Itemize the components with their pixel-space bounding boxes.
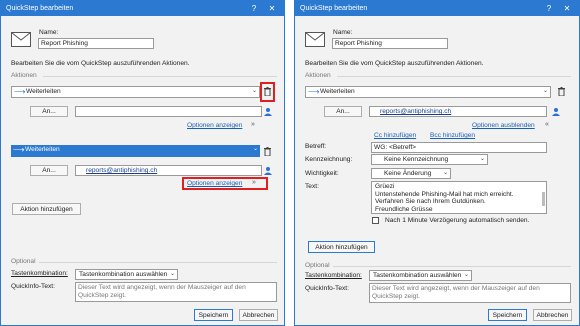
help-icon[interactable]: ? [541,1,557,16]
shortcut-select[interactable]: Tastenkombination auswählen ⌄ [75,269,178,280]
trash-icon[interactable] [264,87,271,96]
chevron-expand-icon[interactable]: » [252,179,256,186]
envelope-icon [305,32,325,47]
action-select-1[interactable]: ⟶ Weiterleiten ⌄ [305,86,551,98]
add-action-button[interactable]: Aktion hinzufügen [308,241,375,253]
forward-arrow-icon: ⟶ [308,87,320,96]
address-book-icon[interactable] [263,166,273,175]
shortcut-label: Tastenkombination: [305,272,362,279]
instruction-text: Bearbeiten Sie die vom QuickStep auszufü… [305,60,484,67]
delay-checkbox[interactable] [372,217,379,224]
chevron-down-icon: ⌄ [463,272,469,278]
actions-header: Aktionen [11,72,37,79]
shortcut-value: Tastenkombination auswählen [373,272,462,279]
forward-arrow-icon: ⟶ [14,87,26,96]
address-book-icon[interactable] [263,107,273,116]
chevron-down-icon: ⌄ [479,156,485,162]
scrollbar[interactable] [542,192,545,206]
add-action-button[interactable]: Aktion hinzufügen [12,203,81,215]
close-icon[interactable]: ✕ [264,1,280,16]
dialog-title: QuickStep bearbeiten [6,5,74,12]
cancel-button[interactable]: Abbrechen [239,309,278,321]
shortcut-select[interactable]: Tastenkombination auswählen ⌄ [369,270,472,281]
to-button[interactable]: An... [324,106,362,117]
subject-label: Betreff: [305,143,327,150]
divider [337,76,571,77]
trash-icon[interactable] [558,87,565,96]
help-icon[interactable]: ? [246,1,262,16]
action-select-value: Weiterleiten [320,88,355,95]
action-select-value: Weiterleiten [25,146,60,153]
action-select-2[interactable]: ⟶ Weiterleiten ⌄ [11,145,260,157]
title-bar: QuickStep bearbeiten ? ✕ [1,1,284,16]
shortcut-value: Tastenkombination auswählen [79,271,168,278]
save-button[interactable]: Speichern [488,309,527,321]
flag-label: Kennzeichnung: [305,156,353,163]
save-button[interactable]: Speichern [194,309,233,321]
divider [333,266,571,267]
tooltip-field[interactable]: Dieser Text wird angezeigt, wenn der Mau… [75,282,277,302]
add-bcc-link[interactable]: Bcc hinzufügen [430,132,475,139]
forward-arrow-icon: ⟶ [13,145,25,154]
text-line: Grüezi [375,183,395,190]
to-button[interactable]: An... [30,106,68,117]
recipient-field[interactable]: reports@antiphishing.ch [75,165,262,176]
tooltip-label: QuickInfo-Text: [11,283,55,290]
tooltip-field[interactable]: Dieser Text wird angezeigt, wenn der Mau… [369,283,571,303]
text-field[interactable]: Grüezi Untenstehende Phishing-Mail hat m… [371,181,547,214]
shortcut-label: Tastenkombination: [11,270,68,277]
action-select-1[interactable]: ⟶ Weiterleiten ⌄ [11,86,260,98]
hide-options-link[interactable]: Optionen ausblenden [472,122,535,129]
quickstep-dialog-left: QuickStep bearbeiten ? ✕ Name: Report Ph… [0,0,285,326]
subject-field[interactable]: WG: <Betreff> [371,142,547,153]
chevron-collapse-icon[interactable]: « [545,121,549,128]
name-label: Name: [333,29,353,36]
show-options-link-1[interactable]: Optionen anzeigen [187,122,242,129]
cancel-button[interactable]: Abbrechen [533,309,572,321]
recipient-field[interactable]: reports@antiphishing.ch [369,106,547,117]
add-cc-link[interactable]: Cc hinzufügen [374,132,416,139]
delay-label: Nach 1 Minute Verzögerung automatisch se… [385,217,530,224]
to-button[interactable]: An... [30,165,68,176]
text-line: Untenstehende Phishing-Mail hat mich err… [375,190,514,198]
divider [43,76,277,77]
title-bar: QuickStep bearbeiten ? ✕ [295,1,579,16]
text-line: Verfahren Sie nach Ihrem Gutdünken. [375,198,486,205]
trash-icon[interactable] [264,147,271,156]
actions-header: Aktionen [305,72,331,79]
quickstep-dialog-right: QuickStep bearbeiten ? ✕ Name: Report Ph… [294,0,580,326]
close-icon[interactable]: ✕ [559,1,575,16]
name-label: Name: [39,29,59,36]
instruction-text: Bearbeiten Sie die vom QuickStep auszufü… [11,60,190,67]
text-label: Text: [305,183,319,190]
optional-header: Optional [11,258,36,265]
chevron-down-icon: ⌄ [251,88,257,94]
name-field[interactable]: Report Phishing [332,38,448,49]
importance-select[interactable]: Keine Änderung ⌄ [371,168,451,179]
chevron-down-icon: ⌄ [169,271,175,277]
importance-value: Keine Änderung [384,170,432,177]
importance-label: Wichtigkeit: [305,170,339,177]
optional-header: Optional [305,262,330,269]
show-options-link-2[interactable]: Optionen anzeigen [187,180,242,187]
text-line: Freundliche Grüsse [375,205,433,213]
name-field[interactable]: Report Phishing [38,38,154,49]
chevron-down-icon: ⌄ [442,170,448,176]
recipient-field[interactable] [75,106,262,117]
address-book-icon[interactable] [551,107,561,116]
action-select-value: Weiterleiten [26,88,61,95]
chevron-expand-icon[interactable]: » [251,121,255,128]
flag-select[interactable]: Keine Kennzeichnung ⌄ [371,154,488,165]
chevron-down-icon: ⌄ [252,146,258,152]
envelope-icon [11,32,31,47]
divider [39,262,277,263]
dialog-title: QuickStep bearbeiten [300,5,368,12]
chevron-down-icon: ⌄ [542,88,548,94]
tooltip-label: QuickInfo-Text: [305,285,349,292]
flag-value: Keine Kennzeichnung [384,156,449,163]
